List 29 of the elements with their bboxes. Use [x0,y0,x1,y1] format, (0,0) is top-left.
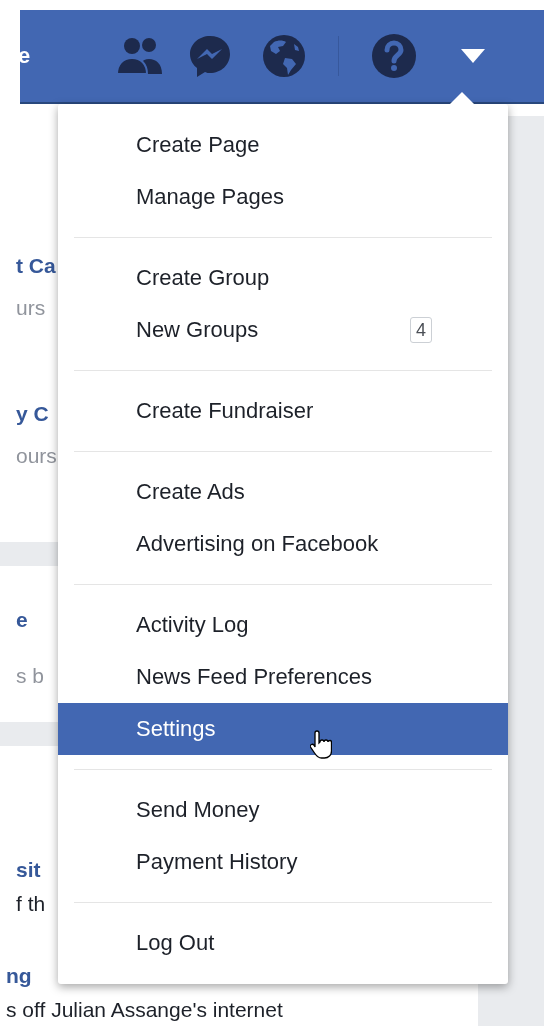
help-icon[interactable] [371,33,418,79]
menu-item[interactable]: Manage Pages [58,171,508,223]
menu-item[interactable]: Create Page [58,119,508,171]
post-title[interactable]: sit [16,856,41,884]
caret-down-icon[interactable] [461,49,486,63]
menu-item[interactable]: Send Money [58,784,508,836]
messenger-icon[interactable] [188,34,233,78]
pointer-cursor-icon [310,729,332,759]
menu-item[interactable]: Create Ads [58,466,508,518]
count-badge: 4 [410,317,432,343]
menu-item[interactable]: New Groups 4 [58,304,508,356]
post-title[interactable]: y C [16,400,49,428]
globe-icon[interactable] [262,34,307,78]
menu-item[interactable]: Activity Log [58,599,508,651]
menu-item[interactable]: Advertising on Facebook [58,518,508,570]
post-meta: ours [16,443,57,469]
menu-item[interactable]: Create Fundraiser [58,385,508,437]
post-title[interactable]: t Ca [16,252,56,280]
post-title[interactable]: ng [6,962,32,990]
post-meta: urs [16,295,46,321]
post-meta: s b [16,663,44,689]
post-text: s off Julian Assange's internet [6,997,283,1023]
post-text: f th [16,891,46,917]
friends-icon[interactable] [116,36,165,76]
menu-item[interactable]: Log Out [58,917,508,969]
post-title[interactable]: e [16,606,28,634]
menu-item[interactable]: Payment History [58,836,508,888]
menu-item[interactable]: News Feed Preferences [58,651,508,703]
menu-item[interactable]: Create Group [58,252,508,304]
